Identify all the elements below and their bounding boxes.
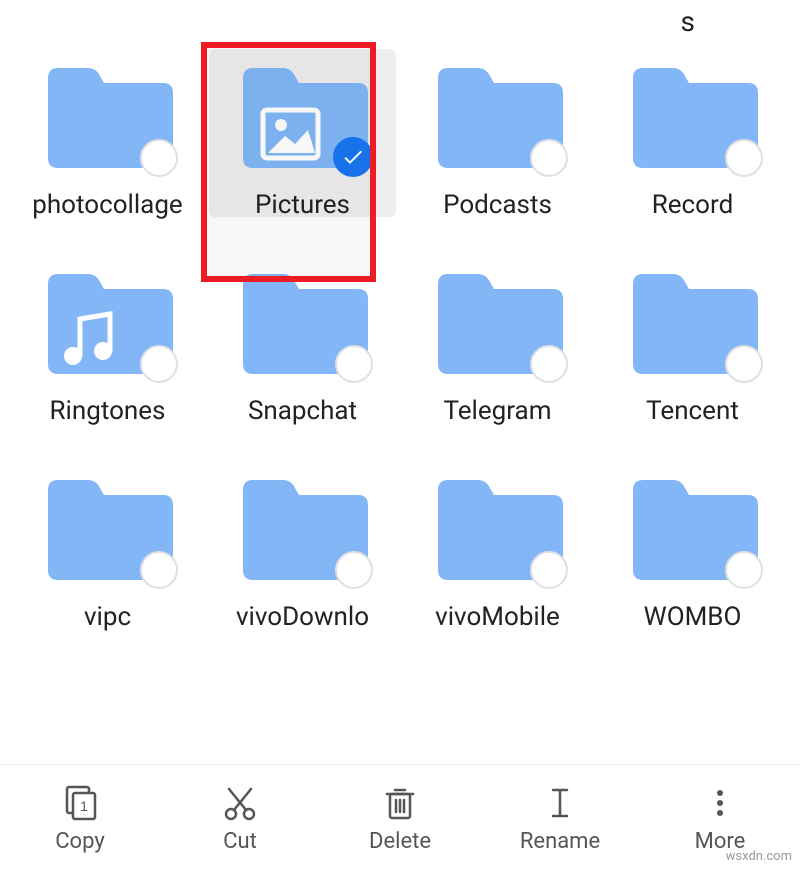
folder-grid: photocollage Pictures Podcasts	[0, 0, 800, 634]
selection-circle[interactable]	[140, 139, 178, 177]
folder-vivodownlo[interactable]: vivoDownlo	[205, 457, 400, 633]
selection-circle[interactable]	[335, 551, 373, 589]
action-toolbar: 1 Copy Cut Delete Rename More	[0, 764, 800, 872]
more-icon	[700, 783, 740, 823]
folder-record[interactable]: Record	[595, 45, 790, 221]
selection-circle[interactable]	[725, 551, 763, 589]
folder-vipc[interactable]: vipc	[10, 457, 205, 633]
selection-circle[interactable]	[530, 139, 568, 177]
rename-icon	[540, 783, 580, 823]
folder-pictures[interactable]: Pictures	[205, 45, 400, 221]
selection-circle[interactable]	[140, 551, 178, 589]
folder-label: Record	[652, 190, 733, 221]
svg-text:1: 1	[80, 798, 88, 814]
selection-check-icon[interactable]	[333, 137, 373, 177]
watermark: wsxdn.com	[726, 849, 792, 864]
folder-ringtones[interactable]: Ringtones	[10, 251, 205, 427]
cut-label: Cut	[223, 829, 257, 854]
folder-label: Snapchat	[248, 396, 357, 427]
folder-vivomobile[interactable]: vivoMobile	[400, 457, 595, 633]
folder-telegram[interactable]: Telegram	[400, 251, 595, 427]
rename-button[interactable]: Rename	[480, 765, 640, 872]
copy-icon: 1	[60, 783, 100, 823]
delete-icon	[380, 783, 420, 823]
check-icon	[341, 145, 365, 169]
selection-circle[interactable]	[530, 551, 568, 589]
selection-circle[interactable]	[335, 345, 373, 383]
folder-label: vipc	[84, 602, 131, 633]
folder-label: vivoMobile	[435, 602, 560, 633]
rename-label: Rename	[520, 829, 600, 854]
folder-label: photocollage	[32, 190, 182, 221]
cut-button[interactable]: Cut	[160, 765, 320, 872]
delete-button[interactable]: Delete	[320, 765, 480, 872]
folder-label: Telegram	[444, 396, 552, 427]
folder-snapchat[interactable]: Snapchat	[205, 251, 400, 427]
selection-circle[interactable]	[530, 345, 568, 383]
selection-circle[interactable]	[725, 139, 763, 177]
folder-podcasts[interactable]: Podcasts	[400, 45, 595, 221]
folder-label: Tencent	[646, 396, 739, 427]
selection-circle[interactable]	[725, 345, 763, 383]
folder-label: WOMBO	[644, 602, 742, 633]
folder-label: Podcasts	[443, 190, 552, 221]
sort-indicator-letter: s	[681, 5, 695, 38]
folder-wombo[interactable]: WOMBO	[595, 457, 790, 633]
folder-label: vivoDownlo	[236, 602, 369, 633]
delete-label: Delete	[369, 829, 431, 854]
folder-tencent[interactable]: Tencent	[595, 251, 790, 427]
copy-button[interactable]: 1 Copy	[0, 765, 160, 872]
copy-label: Copy	[55, 829, 105, 854]
folder-label: Ringtones	[50, 396, 166, 427]
cut-icon	[220, 783, 260, 823]
folder-photocollage[interactable]: photocollage	[10, 45, 205, 221]
selection-circle[interactable]	[140, 345, 178, 383]
folder-label: Pictures	[255, 190, 350, 221]
